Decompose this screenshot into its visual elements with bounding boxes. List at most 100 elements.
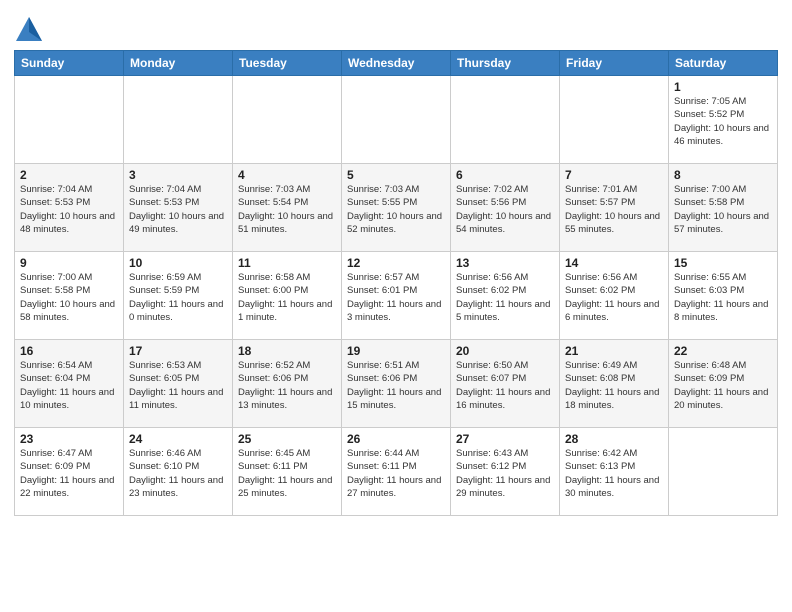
calendar-day-header: Wednesday — [342, 51, 451, 76]
logo — [14, 14, 46, 44]
day-number: 27 — [456, 432, 554, 446]
day-info: Sunrise: 7:00 AM Sunset: 5:58 PM Dayligh… — [20, 271, 118, 324]
calendar-cell: 12Sunrise: 6:57 AM Sunset: 6:01 PM Dayli… — [342, 252, 451, 340]
day-info: Sunrise: 6:47 AM Sunset: 6:09 PM Dayligh… — [20, 447, 118, 500]
calendar-cell: 5Sunrise: 7:03 AM Sunset: 5:55 PM Daylig… — [342, 164, 451, 252]
day-number: 22 — [674, 344, 772, 358]
calendar-day-header: Thursday — [451, 51, 560, 76]
day-info: Sunrise: 6:53 AM Sunset: 6:05 PM Dayligh… — [129, 359, 227, 412]
calendar-cell — [15, 76, 124, 164]
calendar-cell: 4Sunrise: 7:03 AM Sunset: 5:54 PM Daylig… — [233, 164, 342, 252]
calendar-cell: 23Sunrise: 6:47 AM Sunset: 6:09 PM Dayli… — [15, 428, 124, 516]
calendar-cell: 14Sunrise: 6:56 AM Sunset: 6:02 PM Dayli… — [560, 252, 669, 340]
logo-icon — [14, 14, 44, 44]
day-info: Sunrise: 6:46 AM Sunset: 6:10 PM Dayligh… — [129, 447, 227, 500]
calendar-week-row: 16Sunrise: 6:54 AM Sunset: 6:04 PM Dayli… — [15, 340, 778, 428]
calendar-cell: 10Sunrise: 6:59 AM Sunset: 5:59 PM Dayli… — [124, 252, 233, 340]
day-number: 19 — [347, 344, 445, 358]
calendar-cell: 3Sunrise: 7:04 AM Sunset: 5:53 PM Daylig… — [124, 164, 233, 252]
day-info: Sunrise: 6:55 AM Sunset: 6:03 PM Dayligh… — [674, 271, 772, 324]
day-number: 12 — [347, 256, 445, 270]
calendar-cell: 11Sunrise: 6:58 AM Sunset: 6:00 PM Dayli… — [233, 252, 342, 340]
calendar-cell: 24Sunrise: 6:46 AM Sunset: 6:10 PM Dayli… — [124, 428, 233, 516]
day-info: Sunrise: 7:05 AM Sunset: 5:52 PM Dayligh… — [674, 95, 772, 148]
day-number: 24 — [129, 432, 227, 446]
calendar-day-header: Friday — [560, 51, 669, 76]
day-info: Sunrise: 6:56 AM Sunset: 6:02 PM Dayligh… — [456, 271, 554, 324]
calendar-cell: 18Sunrise: 6:52 AM Sunset: 6:06 PM Dayli… — [233, 340, 342, 428]
day-number: 13 — [456, 256, 554, 270]
calendar-cell: 27Sunrise: 6:43 AM Sunset: 6:12 PM Dayli… — [451, 428, 560, 516]
calendar-cell: 2Sunrise: 7:04 AM Sunset: 5:53 PM Daylig… — [15, 164, 124, 252]
calendar-header-row: SundayMondayTuesdayWednesdayThursdayFrid… — [15, 51, 778, 76]
calendar-cell: 26Sunrise: 6:44 AM Sunset: 6:11 PM Dayli… — [342, 428, 451, 516]
day-info: Sunrise: 6:52 AM Sunset: 6:06 PM Dayligh… — [238, 359, 336, 412]
day-number: 25 — [238, 432, 336, 446]
day-number: 10 — [129, 256, 227, 270]
day-info: Sunrise: 7:04 AM Sunset: 5:53 PM Dayligh… — [20, 183, 118, 236]
day-number: 16 — [20, 344, 118, 358]
calendar-cell: 7Sunrise: 7:01 AM Sunset: 5:57 PM Daylig… — [560, 164, 669, 252]
day-number: 20 — [456, 344, 554, 358]
day-number: 17 — [129, 344, 227, 358]
day-number: 4 — [238, 168, 336, 182]
day-info: Sunrise: 7:03 AM Sunset: 5:54 PM Dayligh… — [238, 183, 336, 236]
calendar-cell: 8Sunrise: 7:00 AM Sunset: 5:58 PM Daylig… — [669, 164, 778, 252]
day-number: 7 — [565, 168, 663, 182]
day-info: Sunrise: 6:42 AM Sunset: 6:13 PM Dayligh… — [565, 447, 663, 500]
calendar-cell: 17Sunrise: 6:53 AM Sunset: 6:05 PM Dayli… — [124, 340, 233, 428]
day-info: Sunrise: 6:54 AM Sunset: 6:04 PM Dayligh… — [20, 359, 118, 412]
calendar-cell: 15Sunrise: 6:55 AM Sunset: 6:03 PM Dayli… — [669, 252, 778, 340]
calendar-cell: 28Sunrise: 6:42 AM Sunset: 6:13 PM Dayli… — [560, 428, 669, 516]
day-info: Sunrise: 6:58 AM Sunset: 6:00 PM Dayligh… — [238, 271, 336, 324]
day-info: Sunrise: 6:57 AM Sunset: 6:01 PM Dayligh… — [347, 271, 445, 324]
day-number: 28 — [565, 432, 663, 446]
day-info: Sunrise: 6:56 AM Sunset: 6:02 PM Dayligh… — [565, 271, 663, 324]
header — [14, 10, 778, 44]
calendar-cell: 19Sunrise: 6:51 AM Sunset: 6:06 PM Dayli… — [342, 340, 451, 428]
day-number: 14 — [565, 256, 663, 270]
day-info: Sunrise: 7:04 AM Sunset: 5:53 PM Dayligh… — [129, 183, 227, 236]
day-info: Sunrise: 7:03 AM Sunset: 5:55 PM Dayligh… — [347, 183, 445, 236]
calendar-week-row: 23Sunrise: 6:47 AM Sunset: 6:09 PM Dayli… — [15, 428, 778, 516]
day-number: 21 — [565, 344, 663, 358]
day-number: 11 — [238, 256, 336, 270]
day-info: Sunrise: 6:43 AM Sunset: 6:12 PM Dayligh… — [456, 447, 554, 500]
calendar-cell — [342, 76, 451, 164]
calendar-day-header: Sunday — [15, 51, 124, 76]
calendar-week-row: 2Sunrise: 7:04 AM Sunset: 5:53 PM Daylig… — [15, 164, 778, 252]
calendar-week-row: 9Sunrise: 7:00 AM Sunset: 5:58 PM Daylig… — [15, 252, 778, 340]
calendar-cell — [451, 76, 560, 164]
day-info: Sunrise: 6:59 AM Sunset: 5:59 PM Dayligh… — [129, 271, 227, 324]
day-info: Sunrise: 6:50 AM Sunset: 6:07 PM Dayligh… — [456, 359, 554, 412]
calendar-cell — [560, 76, 669, 164]
calendar-cell: 6Sunrise: 7:02 AM Sunset: 5:56 PM Daylig… — [451, 164, 560, 252]
day-number: 6 — [456, 168, 554, 182]
calendar-day-header: Saturday — [669, 51, 778, 76]
day-number: 18 — [238, 344, 336, 358]
day-info: Sunrise: 6:44 AM Sunset: 6:11 PM Dayligh… — [347, 447, 445, 500]
day-number: 23 — [20, 432, 118, 446]
calendar-day-header: Tuesday — [233, 51, 342, 76]
page: SundayMondayTuesdayWednesdayThursdayFrid… — [0, 0, 792, 612]
day-number: 1 — [674, 80, 772, 94]
day-number: 3 — [129, 168, 227, 182]
calendar-cell: 22Sunrise: 6:48 AM Sunset: 6:09 PM Dayli… — [669, 340, 778, 428]
day-info: Sunrise: 7:00 AM Sunset: 5:58 PM Dayligh… — [674, 183, 772, 236]
day-number: 26 — [347, 432, 445, 446]
day-info: Sunrise: 7:01 AM Sunset: 5:57 PM Dayligh… — [565, 183, 663, 236]
day-info: Sunrise: 6:48 AM Sunset: 6:09 PM Dayligh… — [674, 359, 772, 412]
calendar-cell: 13Sunrise: 6:56 AM Sunset: 6:02 PM Dayli… — [451, 252, 560, 340]
day-info: Sunrise: 7:02 AM Sunset: 5:56 PM Dayligh… — [456, 183, 554, 236]
day-info: Sunrise: 6:45 AM Sunset: 6:11 PM Dayligh… — [238, 447, 336, 500]
calendar-cell: 16Sunrise: 6:54 AM Sunset: 6:04 PM Dayli… — [15, 340, 124, 428]
calendar-cell — [124, 76, 233, 164]
calendar-week-row: 1Sunrise: 7:05 AM Sunset: 5:52 PM Daylig… — [15, 76, 778, 164]
calendar-cell — [669, 428, 778, 516]
calendar-table: SundayMondayTuesdayWednesdayThursdayFrid… — [14, 50, 778, 516]
day-number: 5 — [347, 168, 445, 182]
calendar-day-header: Monday — [124, 51, 233, 76]
day-info: Sunrise: 6:51 AM Sunset: 6:06 PM Dayligh… — [347, 359, 445, 412]
day-number: 9 — [20, 256, 118, 270]
calendar-cell: 25Sunrise: 6:45 AM Sunset: 6:11 PM Dayli… — [233, 428, 342, 516]
